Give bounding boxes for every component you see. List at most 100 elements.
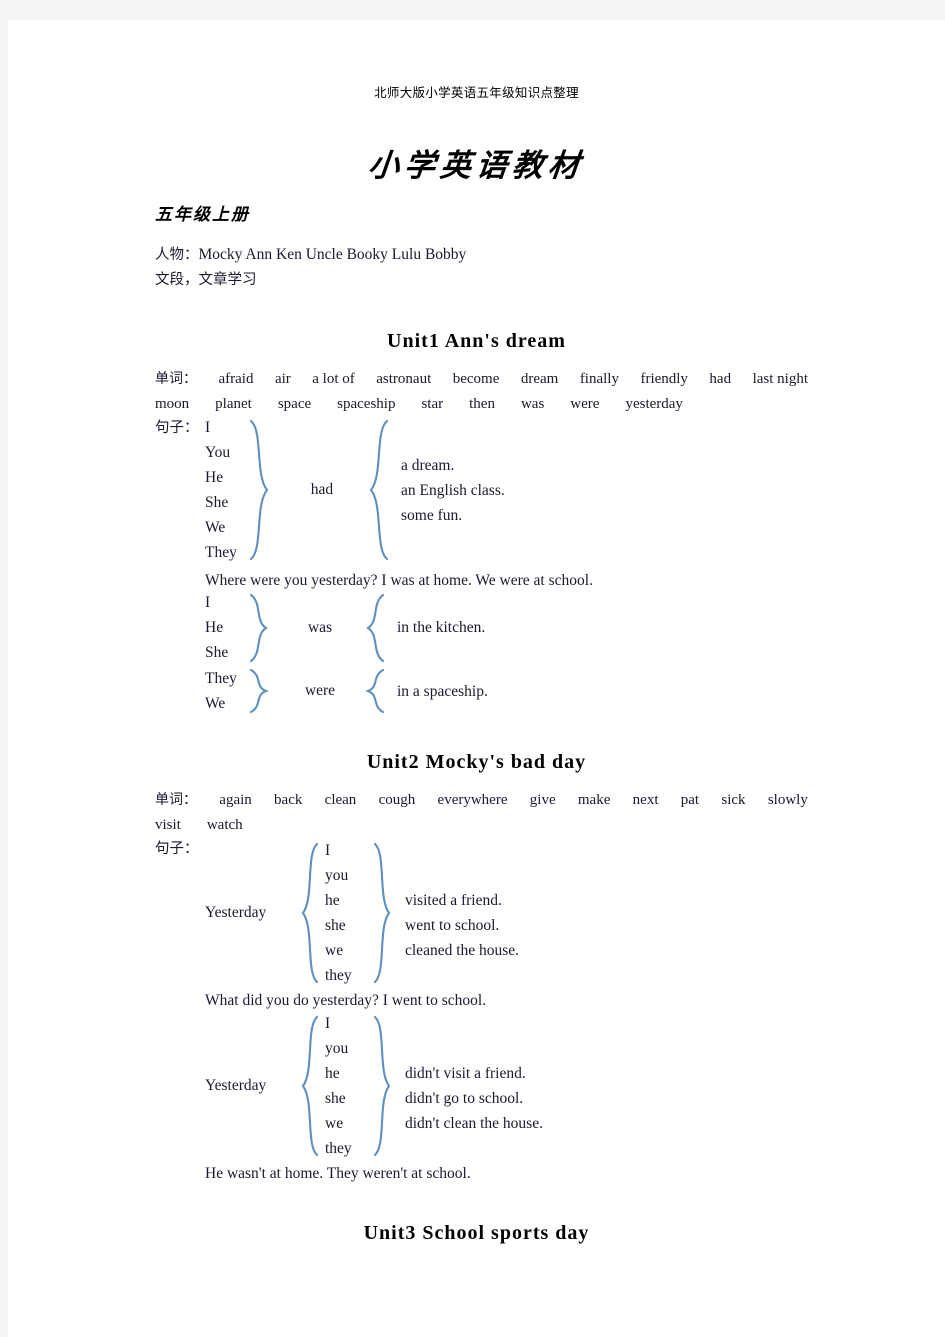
unit1-pattern-1-subjects: I You He She We They	[205, 415, 247, 565]
vocab-word: air	[274, 371, 291, 387]
pronoun: she	[325, 1090, 346, 1107]
vocab-word: watch	[206, 817, 243, 833]
vocab-word: then	[469, 396, 495, 412]
vocab-word: finally	[579, 371, 619, 387]
right-brace-icon	[373, 842, 391, 984]
pronoun: I	[325, 842, 331, 859]
predicate: a dream.	[401, 456, 455, 474]
unit2-vocab-row-2: visit watch	[155, 813, 808, 838]
unit2-pattern-2-subjects: I you he she we they	[325, 1011, 371, 1161]
vocab-word: star	[421, 396, 444, 412]
vocab-word: were	[570, 396, 600, 412]
unit1-pattern-2-subjects: I He She	[205, 590, 247, 665]
pronoun: they	[325, 1140, 352, 1157]
pronoun: They	[205, 670, 237, 687]
predicate: cleaned the house.	[405, 942, 520, 959]
unit2-closing-line: He wasn't at home. They weren't at schoo…	[205, 1165, 471, 1182]
vocab-word: visit	[155, 817, 181, 833]
vocab-word: back	[274, 792, 303, 808]
vocab-word: give	[529, 792, 556, 808]
predicate: didn't go to school.	[405, 1090, 524, 1107]
pronoun: I	[205, 419, 211, 436]
document-title: 小学英语教材	[366, 148, 587, 184]
characters-value: Mocky Ann Ken Uncle Booky Lulu Bobby	[198, 246, 467, 263]
right-brace-icon	[249, 419, 269, 561]
pronoun: we	[325, 942, 344, 959]
pronoun: She	[205, 494, 229, 511]
unit2-example-line: What did you do yesterday? I went to sch…	[205, 992, 487, 1009]
right-brace-icon	[249, 593, 268, 662]
unit3-heading: Unit3 School sports day	[363, 1222, 590, 1244]
pronoun: I	[205, 594, 211, 611]
unit2-vocab-label: 单词：	[155, 792, 197, 808]
pronoun: we	[325, 1115, 344, 1132]
predicate: in a spaceship.	[397, 682, 488, 700]
pronoun: He	[205, 469, 224, 486]
characters-label: 人物：	[155, 247, 199, 263]
unit1-pattern-3-verb: were	[304, 682, 336, 699]
vocab-word: afraid	[218, 371, 254, 387]
left-brace-icon	[301, 842, 319, 984]
predicate: didn't visit a friend.	[405, 1065, 526, 1082]
unit1-vocab: 单词： afraid air a lot of astronaut become…	[155, 367, 808, 417]
pronoun: she	[325, 917, 346, 934]
vocab-word: astronaut	[376, 371, 432, 387]
study-line: 文段，文章学习	[155, 272, 257, 288]
unit1-heading: Unit1 Ann's dream	[387, 330, 566, 352]
unit1-pattern-1-verb: had	[310, 481, 334, 498]
unit1-vocab-row-1: 单词： afraid air a lot of astronaut become…	[155, 367, 808, 392]
right-brace-icon	[373, 1015, 391, 1157]
pronoun: She	[205, 644, 229, 661]
pronoun: they	[325, 967, 352, 984]
volume-heading: 五年级上册	[155, 205, 250, 225]
right-brace-icon	[249, 668, 270, 714]
vocab-word: planet	[215, 396, 252, 412]
predicate: some fun.	[401, 506, 463, 524]
unit1-pattern-2-predicates: in the kitchen.	[397, 615, 485, 640]
unit1-vocab-row-2: moon planet space spaceship star then wa…	[155, 392, 808, 417]
unit2-pattern-2-predicates: didn't visit a friend. didn't go to scho…	[405, 1036, 543, 1136]
predicate: went to school.	[405, 917, 500, 934]
unit2-pattern-1: Yesterday I you he she we they visited a…	[205, 838, 519, 988]
unit1-pattern-1: I You He She We They had a dream. an Eng…	[205, 415, 505, 565]
pronoun: he	[325, 1065, 340, 1082]
vocab-word: make	[577, 792, 611, 808]
unit2-pattern-1-subjects: I you he she we they	[325, 838, 371, 988]
vocab-word: pat	[680, 792, 700, 808]
unit2-pattern-1-lead: Yesterday	[205, 904, 267, 921]
pronoun: We	[205, 695, 226, 712]
unit1-pattern-1-predicates: a dream. an English class. some fun.	[401, 453, 505, 528]
unit2-pattern-1-predicates: visited a friend. went to school. cleane…	[405, 863, 519, 963]
unit2-vocab-row-1: 单词： again back clean cough everywhere gi…	[155, 788, 808, 813]
unit2-pattern-2-lead: Yesterday	[205, 1077, 267, 1094]
vocab-word: was	[520, 396, 545, 412]
vocab-word: spaceship	[337, 396, 396, 412]
pronoun: We	[205, 519, 226, 536]
vocab-word: last night	[752, 371, 808, 387]
pronoun: He	[205, 619, 224, 636]
unit2-sentence-label: 句子：	[155, 841, 199, 857]
unit1-pattern-2-verb: was	[307, 618, 333, 636]
document-page: 北师大版小学英语五年级知识点整理 小学英语教材 五年级上册 人物：Mocky A…	[8, 20, 945, 1337]
unit1-pattern-3: They We were in a spaceship.	[205, 666, 488, 716]
left-brace-icon	[301, 1015, 319, 1157]
pronoun: you	[325, 1040, 349, 1057]
page-content: 北师大版小学英语五年级知识点整理 小学英语教材 五年级上册 人物：Mocky A…	[8, 20, 945, 1337]
unit1-sentence-label: 句子：	[155, 420, 199, 436]
vocab-word: slowly	[767, 792, 808, 808]
unit2-heading: Unit2 Mocky's bad day	[366, 751, 587, 773]
pronoun: I	[325, 1015, 331, 1032]
vocab-word: dream	[520, 371, 559, 387]
running-header: 北师大版小学英语五年级知识点整理	[374, 85, 579, 100]
vocab-word: clean	[324, 792, 357, 808]
vocab-word: yesterday	[625, 396, 683, 412]
vocab-word: become	[452, 371, 500, 387]
unit1-pattern-3-subjects: They We	[205, 666, 247, 716]
characters-line: 人物：Mocky Ann Ken Uncle Booky Lulu Bobby	[155, 242, 808, 268]
unit2-pattern-2: Yesterday I you he she we they didn't vi…	[205, 1011, 543, 1161]
unit1-pattern-3-predicates: in a spaceship.	[397, 679, 488, 704]
predicate: in the kitchen.	[397, 619, 486, 636]
vocab-word: friendly	[640, 371, 688, 387]
vocab-word: next	[632, 792, 659, 808]
pronoun: you	[325, 867, 349, 884]
